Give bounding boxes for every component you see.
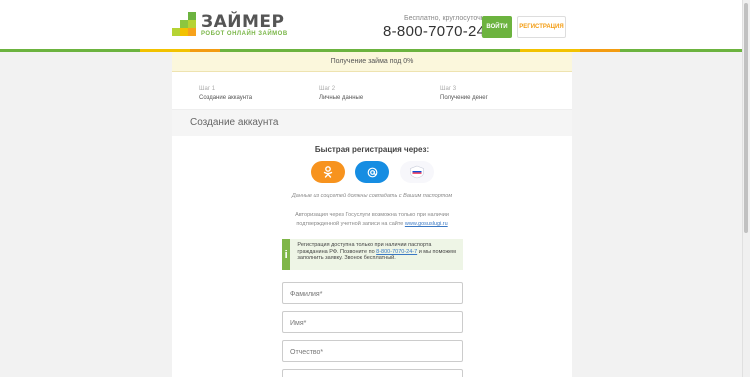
odnoklassniki-button[interactable] xyxy=(311,161,345,183)
middlename-field[interactable] xyxy=(282,340,463,363)
info-box: i Регистрация доступна только при наличи… xyxy=(282,239,463,270)
step-1: Шаг 1 Создание аккаунта xyxy=(199,85,252,103)
logo-square xyxy=(188,12,196,20)
logo-title[interactable]: ЗАЙМЕР xyxy=(201,12,284,32)
firstname-field[interactable] xyxy=(282,311,463,334)
logo-square xyxy=(180,20,188,28)
step-name: Получение денег xyxy=(440,95,488,101)
section-title: Создание аккаунта xyxy=(190,117,279,128)
step-name: Создание аккаунта xyxy=(199,95,253,101)
info-text: Регистрация доступна только при наличии … xyxy=(290,239,463,270)
step-2: Шаг 2 Личные данные xyxy=(319,85,363,103)
next-field[interactable] xyxy=(282,369,463,377)
step-number: Шаг 3 xyxy=(440,86,457,92)
section-header: Создание аккаунта xyxy=(172,110,572,136)
logo-square xyxy=(172,28,180,36)
step-number: Шаг 1 xyxy=(199,86,216,92)
info-phone-link[interactable]: 8-800-7070-24-7 xyxy=(376,249,417,255)
logo-square xyxy=(180,28,188,36)
middlename-input[interactable] xyxy=(283,342,462,363)
logo-subtitle: РОБОТ ОНЛАЙН ЗАЙМОВ xyxy=(201,31,288,37)
gosuslugi-note: Авторизация через Госуслуги возможна тол… xyxy=(282,211,462,229)
header: ЗАЙМЕР РОБОТ ОНЛАЙН ЗАЙМОВ Бесплатно, кр… xyxy=(0,0,742,49)
step-number: Шаг 2 xyxy=(319,86,336,92)
lastname-input[interactable] xyxy=(283,284,462,305)
step-3: Шаг 3 Получение денег xyxy=(440,85,488,103)
lastname-field[interactable] xyxy=(282,282,463,305)
loan-banner: Получение займа под 0% xyxy=(172,52,572,72)
gosuslugi-icon xyxy=(410,165,424,179)
firstname-input[interactable] xyxy=(283,313,462,334)
register-button[interactable]: РЕГИСТРАЦИЯ xyxy=(517,16,566,38)
gosuslugi-button[interactable] xyxy=(400,161,434,183)
mailru-button[interactable] xyxy=(355,161,389,183)
social-note: Данные из соцсетей должны совпадать с Ва… xyxy=(291,193,453,199)
quick-register-title: Быстрая регистрация через: xyxy=(314,145,430,154)
registration-card: Шаг 1 Создание аккаунта Шаг 2 Личные дан… xyxy=(172,72,572,377)
steps-bar: Шаг 1 Создание аккаунта Шаг 2 Личные дан… xyxy=(172,72,572,110)
scrollbar-thumb[interactable] xyxy=(744,3,748,233)
info-icon: i xyxy=(282,239,291,270)
gosuslugi-link[interactable]: www.gosuslugi.ru xyxy=(405,221,448,227)
free-call-label: Бесплатно, круглосуточно xyxy=(404,15,489,22)
step-name: Личные данные xyxy=(319,95,364,101)
odnoklassniki-icon xyxy=(323,166,333,178)
mailru-icon xyxy=(367,167,377,177)
logo-square xyxy=(188,20,196,28)
login-button[interactable]: ВОЙТИ xyxy=(482,16,512,38)
logo-square xyxy=(188,28,196,36)
